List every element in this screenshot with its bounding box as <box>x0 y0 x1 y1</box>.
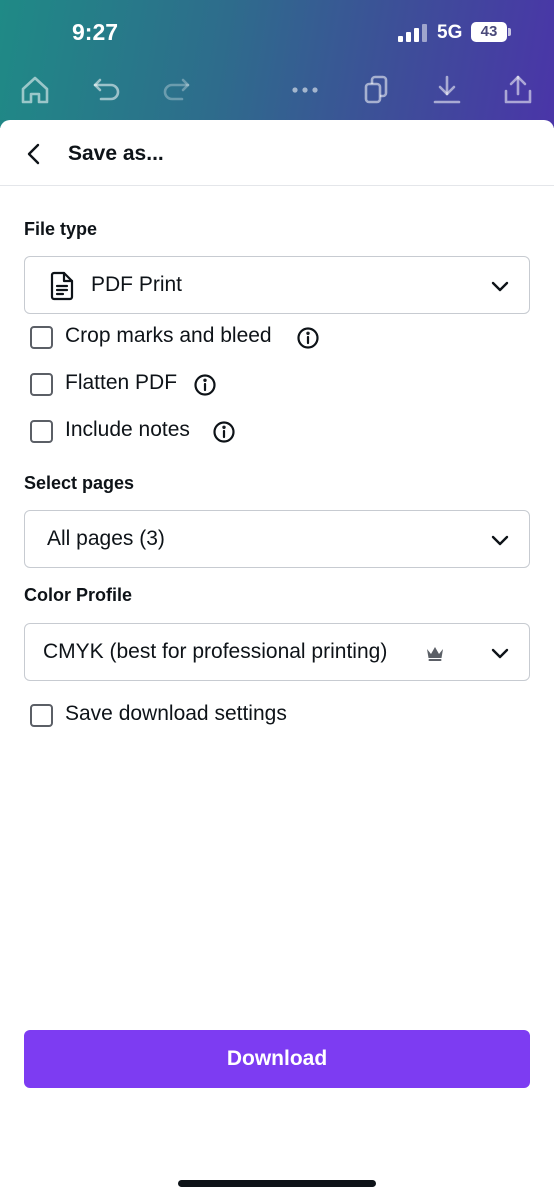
file-type-label: File type <box>24 219 98 239</box>
network-type: 5G <box>437 22 463 43</box>
include-notes-option[interactable]: Include notes <box>30 417 250 447</box>
select-pages-select[interactable]: All pages (3) <box>24 510 530 568</box>
back-chevron-icon[interactable] <box>22 142 46 166</box>
home-indicator <box>178 1180 376 1187</box>
crop-marks-checkbox[interactable] <box>30 326 53 349</box>
battery-cap <box>508 28 511 36</box>
chevron-down-icon <box>491 535 509 546</box>
sheet-title: Save as... <box>68 142 164 165</box>
copy-icon[interactable] <box>358 72 394 108</box>
color-profile-label: Color Profile <box>24 585 133 605</box>
crown-icon <box>427 647 443 661</box>
select-pages-value: All pages (3) <box>47 527 165 550</box>
crop-marks-label: Crop marks and bleed <box>65 324 272 347</box>
battery-icon: 43 <box>471 22 507 42</box>
crop-marks-option[interactable]: Crop marks and bleed <box>30 323 330 353</box>
flatten-pdf-checkbox[interactable] <box>30 373 53 396</box>
save-settings-checkbox[interactable] <box>30 704 53 727</box>
info-icon[interactable] <box>193 373 217 397</box>
save-settings-option[interactable]: Save download settings <box>30 701 310 731</box>
flatten-pdf-option[interactable]: Flatten PDF <box>30 370 230 400</box>
battery-level: 43 <box>480 23 498 40</box>
signal-icon <box>398 24 427 42</box>
info-icon[interactable] <box>212 420 236 444</box>
file-type-value: PDF Print <box>91 273 183 296</box>
flatten-pdf-label: Flatten PDF <box>65 371 178 394</box>
color-profile-select[interactable]: CMYK (best for professional printing) <box>24 623 530 681</box>
chevron-down-icon <box>491 281 509 292</box>
undo-icon[interactable] <box>89 72 125 108</box>
chevron-down-icon <box>491 648 509 659</box>
share-icon[interactable] <box>500 72 536 108</box>
status-time: 9:27 <box>72 19 119 45</box>
more-icon[interactable] <box>287 72 323 108</box>
file-type-select[interactable]: PDF Print <box>24 256 530 314</box>
download-icon[interactable] <box>429 72 465 108</box>
home-icon[interactable] <box>17 72 53 108</box>
color-profile-value: CMYK (best for professional printing) <box>43 640 388 663</box>
select-pages-label: Select pages <box>24 473 135 493</box>
save-settings-label: Save download settings <box>65 702 287 725</box>
redo-icon[interactable] <box>158 72 194 108</box>
download-button[interactable]: Download <box>24 1030 530 1088</box>
include-notes-checkbox[interactable] <box>30 420 53 443</box>
info-icon[interactable] <box>296 326 320 350</box>
document-icon <box>50 271 74 301</box>
editor-toolbar: 9:27 5G 43 <box>0 0 554 128</box>
sheet-header: Save as... <box>0 120 554 186</box>
save-as-sheet: Save as... File type PDF Print Crop mark… <box>0 120 554 1200</box>
include-notes-label: Include notes <box>65 418 190 441</box>
